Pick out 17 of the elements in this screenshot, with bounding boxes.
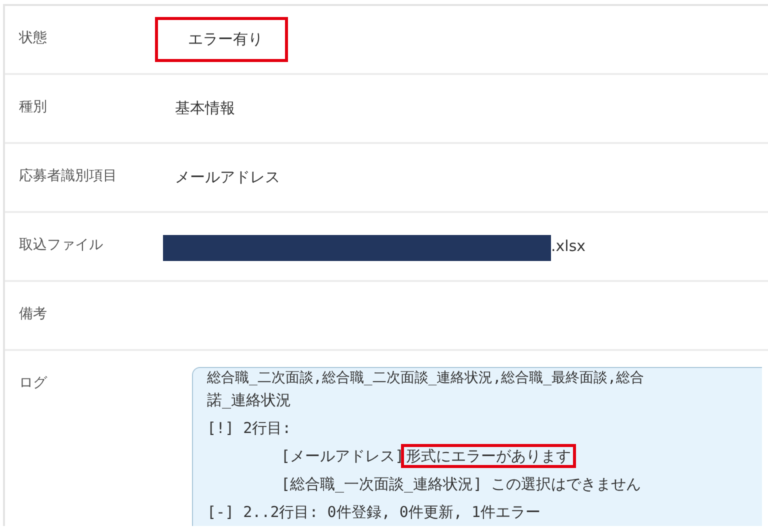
log-text: [総合職_一次面談_連絡状況] この選択はできません bbox=[281, 475, 642, 493]
field-value: エラー有り bbox=[158, 20, 285, 58]
field-value: メールアドレス bbox=[175, 167, 280, 188]
field-label: 備考 bbox=[18, 305, 48, 324]
field-label: 応募者識別項目 bbox=[18, 167, 118, 186]
log-text: [-] 2..2行目: 0件登録, 0件更新, 1件エラー bbox=[207, 503, 541, 521]
log-text: 総合職_二次面談,総合職_二次面談_連絡状況,総合職_最終面談,総合 bbox=[207, 370, 644, 386]
log-text: 形式にエラーがあります bbox=[404, 447, 574, 465]
field-label: 状態 bbox=[18, 29, 48, 48]
field-label: ログ bbox=[18, 374, 48, 393]
log-text: [!] 2行目: bbox=[207, 419, 292, 437]
file-name: .xlsx bbox=[551, 236, 586, 257]
log-text: 諾_連絡状況 bbox=[207, 391, 292, 409]
field-label: 取込ファイル bbox=[18, 236, 104, 255]
field-label: 種別 bbox=[18, 98, 48, 117]
field-value: 基本情報 bbox=[175, 98, 235, 119]
log-text: [メールアドレス] bbox=[281, 447, 404, 465]
